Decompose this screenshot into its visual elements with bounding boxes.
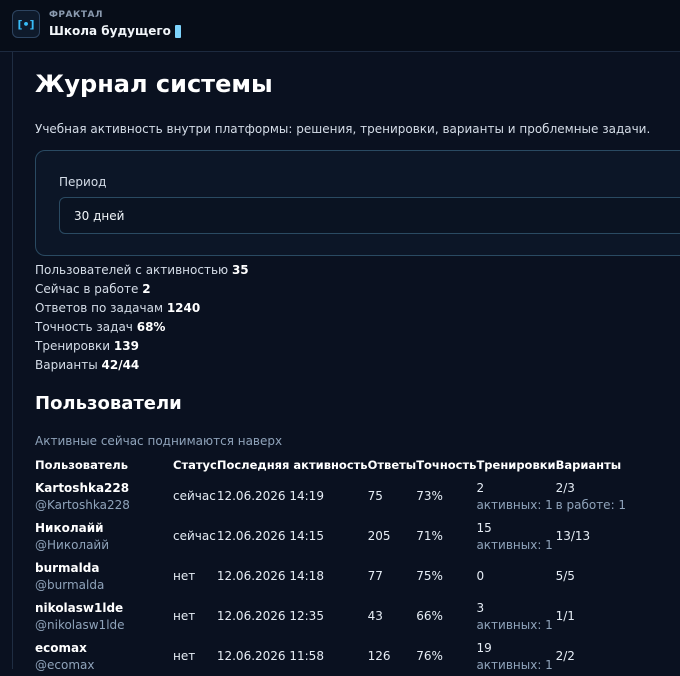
page-subtitle: Учебная активность внутри платформы: реш…: [35, 122, 651, 136]
user-handle: @Николайй: [35, 537, 110, 552]
user-variants: 13/13: [555, 529, 591, 543]
table-row[interactable]: ecomax @ecomax нет 12.06.2026 11:58 126 7…: [35, 636, 636, 676]
logo-icon[interactable]: [•]: [12, 10, 40, 38]
period-label: Период: [59, 175, 107, 189]
user-accuracy: 66%: [416, 609, 443, 623]
stat-in-progress: Сейчас в работе 2: [35, 282, 151, 296]
table-row[interactable]: Николайй @Николайй сейчас 12.06.2026 14:1…: [35, 516, 636, 556]
table-row[interactable]: Kartoshka228 @Kartoshka228 сейчас 12.06.2…: [35, 476, 636, 516]
user-last-activity: 12.06.2026 11:58: [216, 649, 324, 663]
top-bar: [•] ФРАКТАЛ Школа будущего: [0, 0, 680, 52]
user-status: нет: [173, 649, 196, 663]
page-title: Журнал системы: [35, 70, 273, 98]
column-header-last-activity[interactable]: Последняя активность: [217, 453, 368, 476]
period-select[interactable]: 30 дней: [59, 197, 680, 234]
user-handle: @nikolasw1lde: [35, 617, 125, 632]
user-variants: 2/3: [555, 480, 575, 495]
users-section-title: Пользователи: [35, 393, 182, 414]
stat-trainings: Тренировки 139: [35, 339, 139, 353]
column-header-answers[interactable]: Ответы: [368, 453, 417, 476]
period-filter-card: Период 30 дней: [35, 150, 680, 256]
user-trainings-active: активных: 1: [476, 657, 553, 672]
user-name[interactable]: ecomax: [35, 641, 173, 655]
user-last-activity: 12.06.2026 14:18: [216, 569, 324, 583]
user-accuracy: 71%: [416, 529, 443, 543]
user-trainings: 3: [476, 600, 485, 615]
user-accuracy: 76%: [416, 649, 443, 663]
brand-name[interactable]: Школа будущего: [49, 24, 181, 38]
table-header-row: Пользователь Статус Последняя активность…: [35, 453, 636, 476]
brand-label: ФРАКТАЛ: [49, 10, 103, 20]
column-header-accuracy[interactable]: Точность: [416, 453, 476, 476]
user-answers: 77: [367, 569, 383, 583]
brand-name-text: Школа будущего: [49, 24, 171, 38]
user-variants: 1/1: [555, 609, 575, 623]
user-last-activity: 12.06.2026 12:35: [216, 609, 324, 623]
stat-accuracy: Точность задач 68%: [35, 320, 166, 334]
user-trainings-active: активных: 1: [476, 497, 553, 512]
users-section-hint: Активные сейчас поднимаются наверх: [35, 434, 283, 448]
table-row[interactable]: nikolasw1lde @nikolasw1lde нет 12.06.2026…: [35, 596, 636, 636]
user-handle: @burmalda: [35, 577, 105, 592]
user-answers: 126: [367, 649, 391, 663]
user-last-activity: 12.06.2026 14:15: [216, 529, 324, 543]
user-answers: 205: [367, 529, 391, 543]
user-variants: 2/2: [555, 649, 575, 663]
stat-variants: Варианты 42/44: [35, 358, 140, 372]
user-name[interactable]: burmalda: [35, 561, 173, 575]
column-header-user[interactable]: Пользователь: [35, 453, 173, 476]
user-status: сейчас: [173, 529, 216, 543]
stat-answers: Ответов по задачам 1240: [35, 301, 201, 315]
user-accuracy: 75%: [416, 569, 443, 583]
stats-list: Пользователей с активностью 35 Сейчас в …: [35, 261, 249, 375]
users-table: Пользователь Статус Последняя активность…: [35, 453, 636, 676]
user-variants: 5/5: [555, 569, 575, 583]
user-status: сейчас: [173, 489, 216, 503]
user-name[interactable]: nikolasw1lde: [35, 601, 173, 615]
user-answers: 75: [367, 489, 383, 503]
stat-users: Пользователей с активностью 35: [35, 263, 249, 277]
user-handle: @ecomax: [35, 657, 95, 672]
user-status: нет: [173, 609, 196, 623]
user-trainings-active: активных: 1: [476, 537, 553, 552]
user-trainings-active: активных: 1: [476, 617, 553, 632]
column-header-variants[interactable]: Варианты: [556, 453, 636, 476]
user-handle: @Kartoshka228: [35, 497, 130, 512]
user-trainings: 0: [476, 569, 485, 583]
column-header-trainings[interactable]: Тренировки: [476, 453, 555, 476]
user-variants-in-progress: в работе: 1: [555, 497, 627, 512]
column-header-status[interactable]: Статус: [173, 453, 217, 476]
user-trainings: 2: [476, 480, 485, 495]
user-last-activity: 12.06.2026 14:19: [216, 489, 324, 503]
user-name[interactable]: Kartoshka228: [35, 481, 173, 495]
user-answers: 43: [367, 609, 383, 623]
sidebar-divider: [12, 52, 13, 669]
user-status: нет: [173, 569, 196, 583]
user-accuracy: 73%: [416, 489, 443, 503]
cursor-icon: [174, 24, 181, 38]
user-trainings: 19: [476, 640, 492, 655]
table-row[interactable]: burmalda @burmalda нет 12.06.2026 14:18 7…: [35, 556, 636, 596]
user-trainings: 15: [476, 520, 492, 535]
user-name[interactable]: Николайй: [35, 521, 173, 535]
